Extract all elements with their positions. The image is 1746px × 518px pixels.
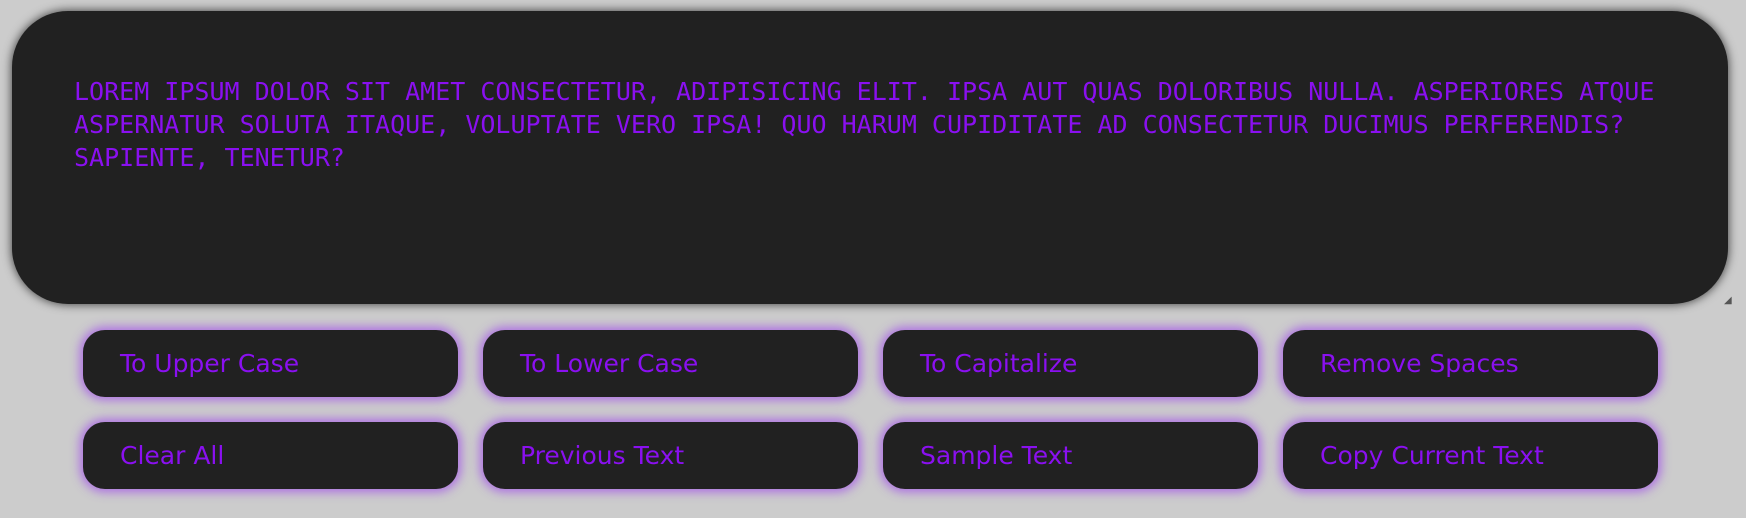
action-buttons: To Upper Case To Lower Case To Capitaliz… <box>83 330 1658 489</box>
text-editor-container: LOREM IPSUM DOLOR SIT AMET CONSECTETUR, … <box>12 11 1732 306</box>
remove-spaces-button[interactable]: Remove Spaces <box>1283 330 1658 397</box>
to-upper-case-button[interactable]: To Upper Case <box>83 330 458 397</box>
previous-text-button[interactable]: Previous Text <box>483 422 858 489</box>
text-editor[interactable]: LOREM IPSUM DOLOR SIT AMET CONSECTETUR, … <box>12 11 1728 304</box>
to-lower-case-button[interactable]: To Lower Case <box>483 330 858 397</box>
copy-current-text-button[interactable]: Copy Current Text <box>1283 422 1658 489</box>
clear-all-button[interactable]: Clear All <box>83 422 458 489</box>
sample-text-button[interactable]: Sample Text <box>883 422 1258 489</box>
resize-handle-icon[interactable]: ◢ <box>1724 296 1734 306</box>
to-capitalize-button[interactable]: To Capitalize <box>883 330 1258 397</box>
